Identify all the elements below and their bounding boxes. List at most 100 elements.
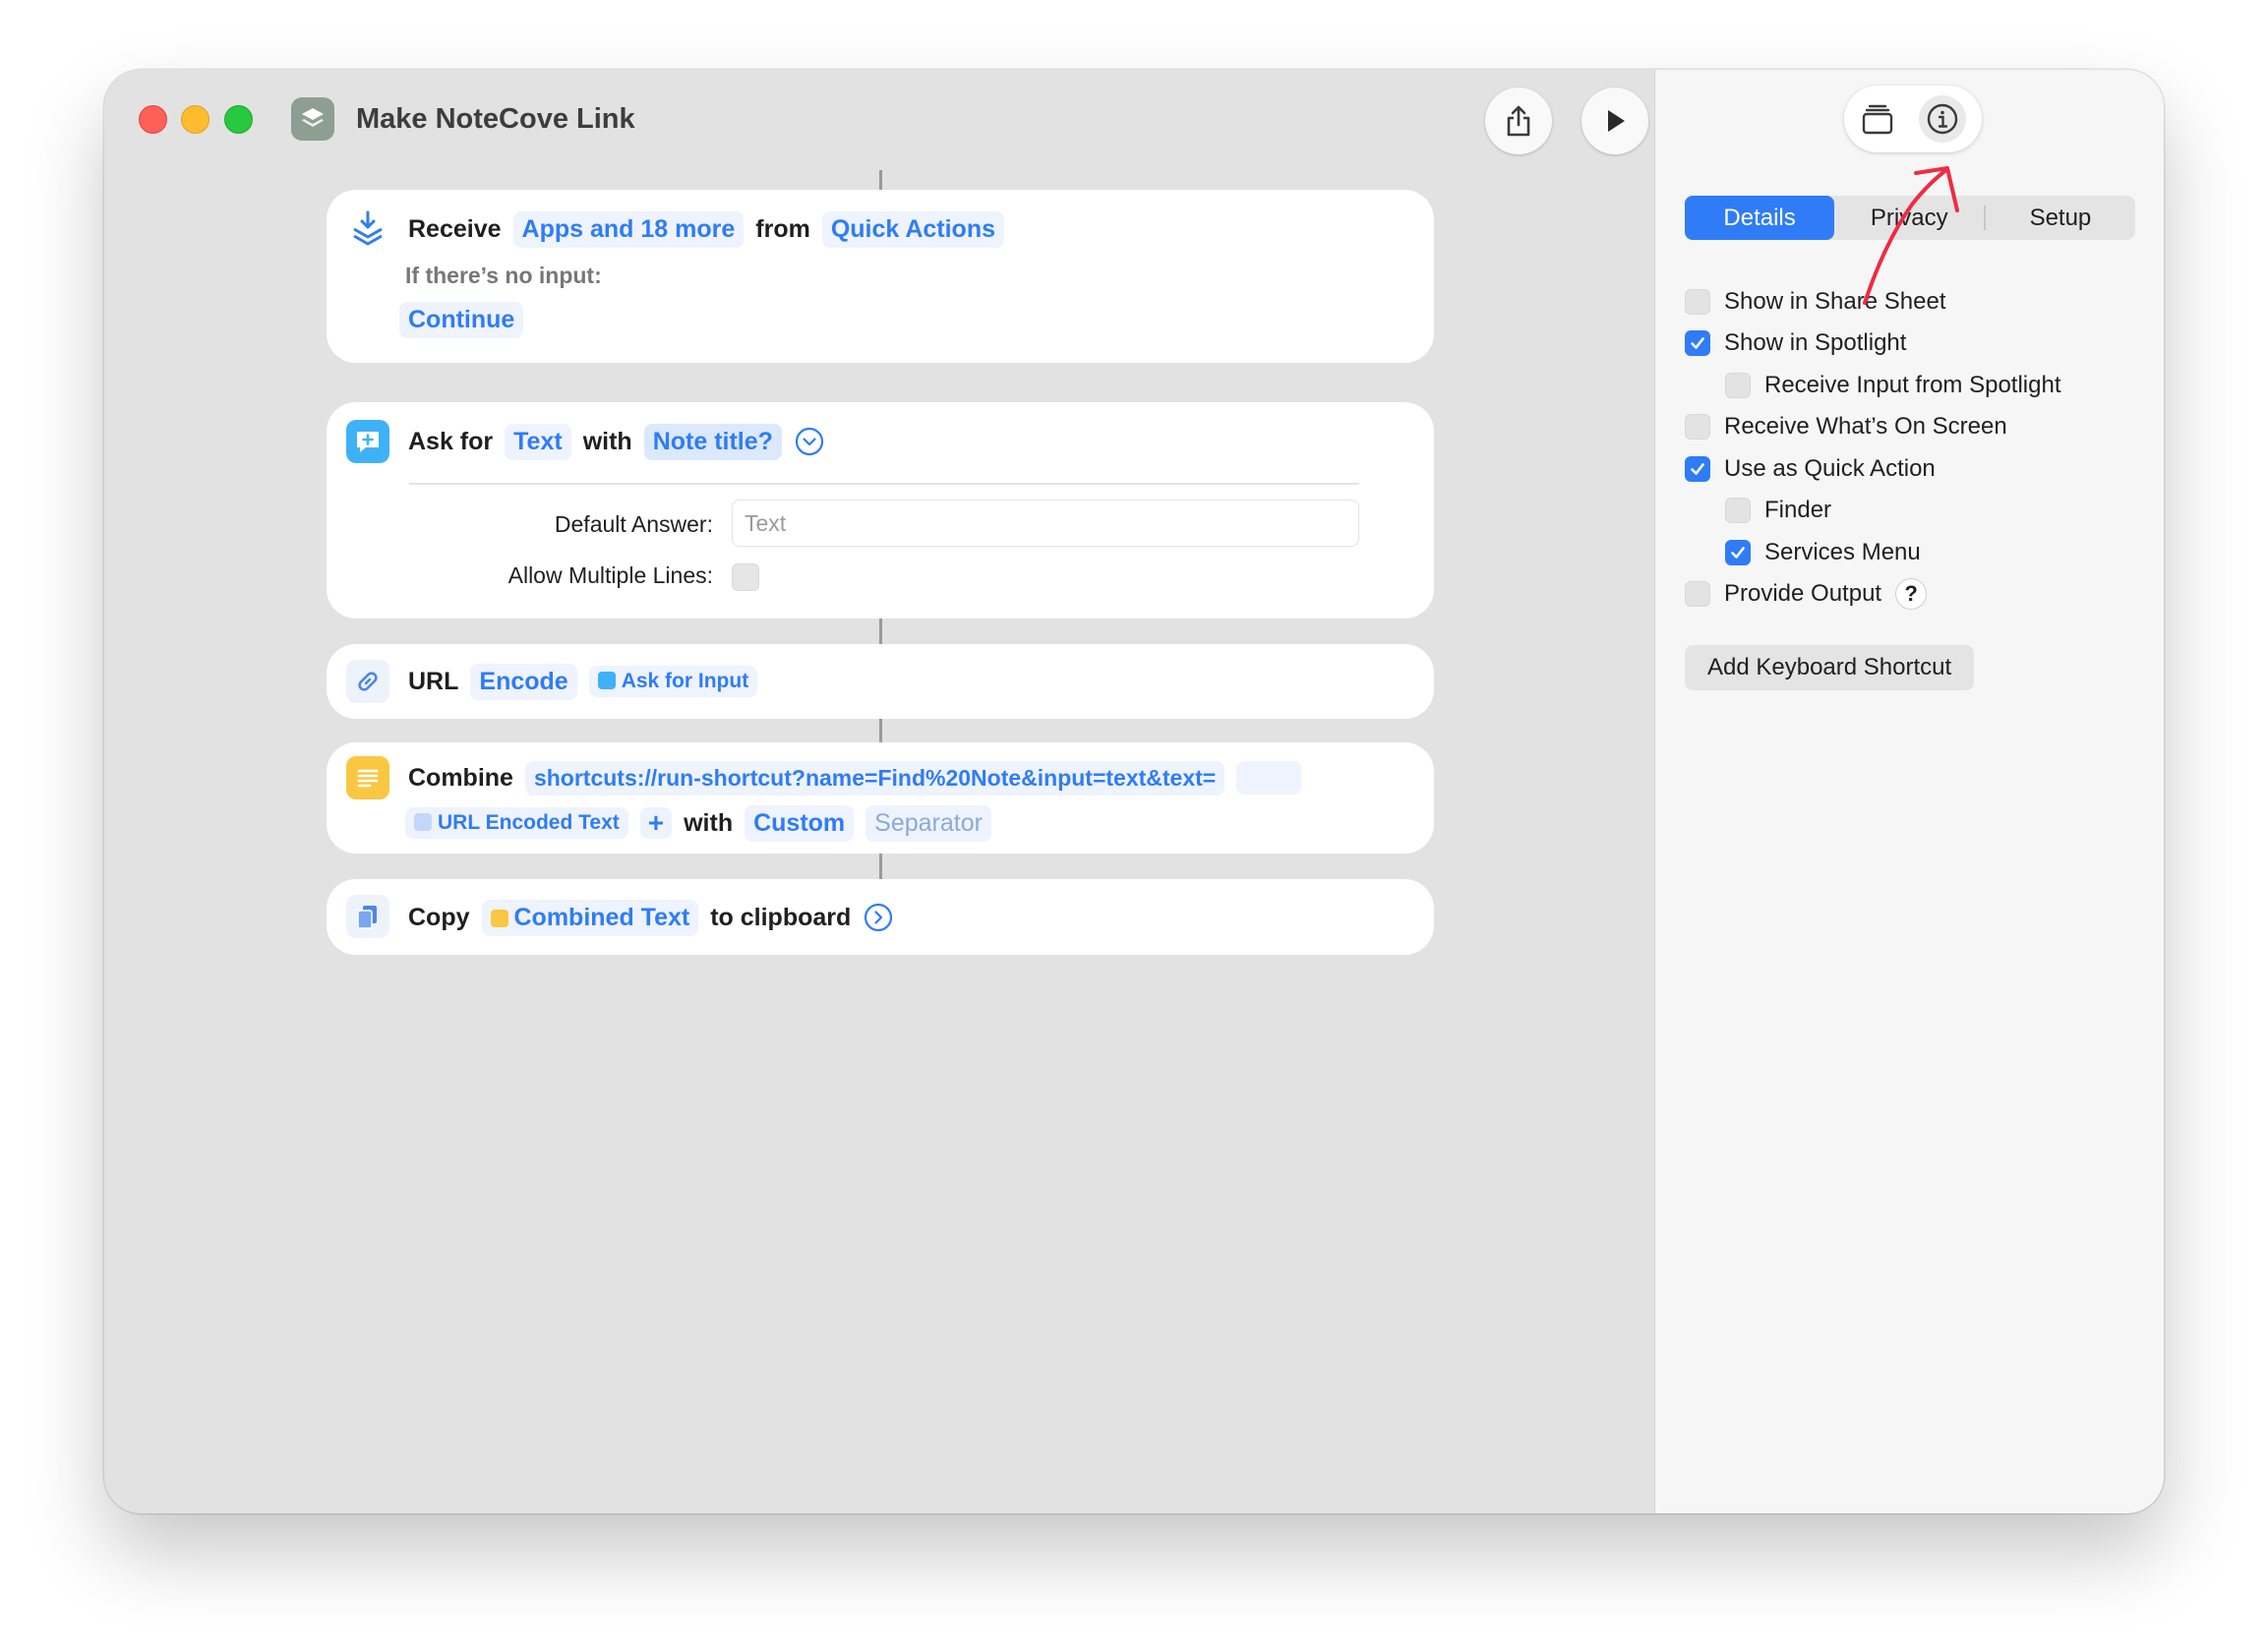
whats-on-screen-label: Receive What’s On Screen	[1724, 413, 2007, 440]
library-view-button[interactable]	[1854, 95, 1901, 143]
option-quick-action[interactable]: Use as Quick Action	[1685, 452, 1936, 486]
allow-multiple-lines-label: Allow Multiple Lines:	[507, 561, 713, 588]
allow-multiple-label-row: Allow Multiple Lines:	[445, 556, 713, 595]
shortcut-app-icon	[291, 97, 334, 141]
whats-on-screen-checkbox[interactable]	[1685, 414, 1710, 440]
minimize-window-button[interactable]	[181, 105, 209, 134]
services-menu-label: Services Menu	[1764, 539, 1921, 565]
option-finder[interactable]: Finder	[1725, 494, 1831, 527]
copy-row: Copy Combined Text to clipboard	[408, 898, 894, 937]
url-encode-card[interactable]: URL Encode Ask for Input	[327, 644, 1434, 719]
run-button[interactable]	[1582, 88, 1648, 154]
layers-icon	[302, 108, 324, 127]
info-view-button[interactable]	[1919, 95, 1966, 143]
sidebar-tabs: Details Privacy Setup	[1685, 196, 2135, 240]
sidebar-view-switcher	[1844, 86, 1982, 152]
speech-bubble-plus-icon	[357, 432, 379, 452]
share-button[interactable]	[1485, 88, 1552, 154]
receive-row: Receive Apps and 18 more from Quick Acti…	[408, 209, 1016, 249]
stack-icon	[1862, 104, 1893, 135]
continue-token[interactable]: Continue	[399, 301, 524, 338]
ask-variable-icon	[597, 672, 616, 689]
receive-types-token[interactable]: Apps and 18 more	[512, 210, 745, 248]
flow-connector	[879, 854, 882, 879]
url-encoded-text-variable[interactable]: URL Encoded Text	[405, 807, 628, 839]
provide-output-help-button[interactable]: ?	[1895, 578, 1928, 610]
flow-connector	[879, 619, 882, 644]
allow-multiple-lines-checkbox[interactable]	[732, 563, 759, 591]
flow-connector	[879, 719, 882, 742]
tab-details[interactable]: Details	[1685, 196, 1835, 240]
no-input-row: If there’s no input:	[405, 256, 602, 295]
chevron-right-circle-icon[interactable]	[863, 902, 894, 933]
ask-prompt-token[interactable]: Note title?	[643, 423, 782, 460]
combined-text-variable[interactable]: Combined Text	[481, 899, 699, 936]
receive-source-token[interactable]: Quick Actions	[821, 210, 1004, 248]
input-from-spotlight-checkbox[interactable]	[1725, 373, 1751, 398]
combine-text-card[interactable]: Combine shortcuts://run-shortcut?name=Fi…	[327, 742, 1434, 854]
url-mode-token[interactable]: Encode	[470, 663, 577, 700]
text-lines-icon	[357, 769, 379, 788]
link-variable-icon	[414, 813, 432, 831]
checkmark-icon	[1691, 463, 1704, 475]
tray-download-icon	[353, 210, 383, 246]
receive-label: Receive	[408, 214, 502, 243]
provide-output-checkbox[interactable]	[1685, 581, 1710, 607]
combine-with-label: with	[684, 808, 734, 837]
ask-for-input-variable-label: Ask for Input	[621, 670, 749, 692]
divider	[409, 483, 1359, 485]
add-keyboard-shortcut-button[interactable]: Add Keyboard Shortcut	[1685, 645, 1975, 690]
finder-label: Finder	[1764, 497, 1832, 523]
ask-for-label: Ask for	[408, 427, 494, 455]
option-spotlight[interactable]: Show in Spotlight	[1685, 326, 1906, 360]
default-answer-field[interactable]: Text	[732, 500, 1359, 547]
info-icon	[1927, 103, 1958, 135]
provide-output-label: Provide Output	[1724, 580, 1882, 607]
combine-text-token[interactable]: shortcuts://run-shortcut?name=Find%20Not…	[524, 760, 1225, 796]
option-services-menu[interactable]: Services Menu	[1725, 536, 1921, 569]
share-sheet-checkbox[interactable]	[1685, 289, 1710, 315]
add-item-button[interactable]: +	[639, 807, 673, 839]
clipboard-copy-icon	[357, 906, 377, 929]
ask-type-token[interactable]: Text	[505, 423, 571, 460]
chevron-down-circle-icon[interactable]	[794, 426, 825, 457]
option-whats-on-screen[interactable]: Receive What’s On Screen	[1685, 410, 2007, 443]
tab-setup[interactable]: Setup	[1986, 196, 2135, 240]
ask-for-input-card[interactable]: Ask for Text with Note title? Default An…	[327, 402, 1434, 619]
flow-connector	[879, 170, 882, 190]
checkmark-icon	[1691, 337, 1704, 349]
option-provide-output[interactable]: Provide Output?	[1685, 577, 1928, 611]
zoom-window-button[interactable]	[224, 105, 253, 134]
window-title[interactable]: Make NoteCove Link	[356, 101, 635, 137]
spotlight-checkbox[interactable]	[1685, 330, 1710, 356]
shortcut-editor: Make NoteCove Link Receive Apps and 18 m…	[104, 70, 1654, 1513]
combined-text-label: Combined Text	[513, 903, 690, 931]
checkmark-icon	[1731, 547, 1745, 559]
details-sidebar: Details Privacy Setup Show in Share Shee…	[1654, 70, 2164, 1513]
receive-action-card[interactable]: Receive Apps and 18 more from Quick Acti…	[327, 190, 1434, 363]
combined-text-variable-icon	[490, 909, 508, 927]
separator-field[interactable]: Separator	[865, 804, 991, 842]
quick-action-checkbox[interactable]	[1685, 456, 1710, 482]
option-share-sheet[interactable]: Show in Share Sheet	[1685, 285, 1945, 319]
ask-row: Ask for Text with Note title?	[408, 422, 825, 461]
quick-action-label: Use as Quick Action	[1724, 455, 1936, 482]
url-label: URL	[408, 667, 459, 695]
tab-privacy[interactable]: Privacy	[1834, 196, 1984, 240]
combine-text-blank-token[interactable]	[1236, 761, 1302, 795]
combine-row: Combine shortcuts://run-shortcut?name=Fi…	[408, 758, 1302, 797]
default-answer-label-row: Default Answer:	[507, 504, 713, 544]
services-menu-checkbox[interactable]	[1725, 540, 1751, 565]
copy-action-icon	[346, 895, 389, 938]
close-window-button[interactable]	[139, 105, 167, 134]
copy-label: Copy	[408, 903, 470, 931]
no-input-label: If there’s no input:	[405, 262, 602, 288]
default-answer-placeholder: Text	[745, 509, 787, 536]
finder-checkbox[interactable]	[1725, 498, 1751, 523]
copy-to-clipboard-card[interactable]: Copy Combined Text to clipboard	[327, 879, 1434, 955]
separator-mode-token[interactable]: Custom	[745, 804, 855, 842]
combine-label: Combine	[408, 763, 513, 792]
option-input-from-spotlight[interactable]: Receive Input from Spotlight	[1725, 369, 2061, 402]
shortcuts-window: Make NoteCove Link Receive Apps and 18 m…	[104, 70, 2164, 1513]
ask-for-input-variable[interactable]: Ask for Input	[588, 666, 758, 697]
